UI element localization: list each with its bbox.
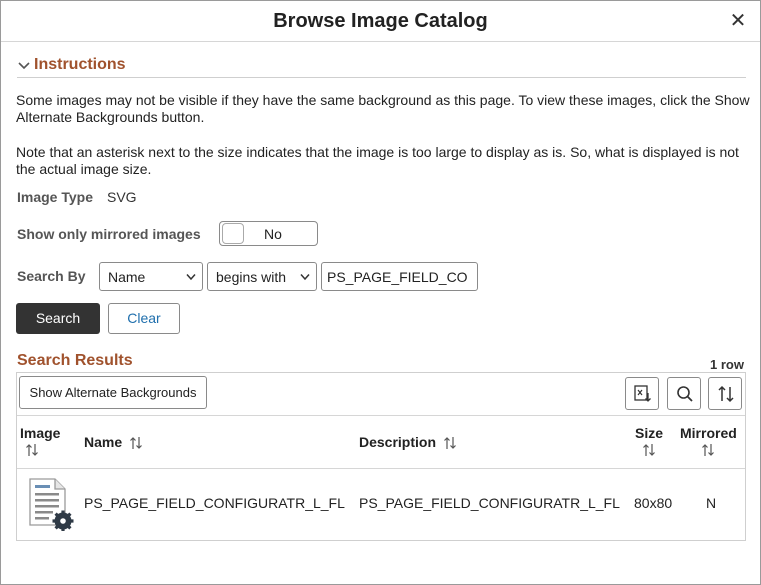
export-button[interactable] xyxy=(625,377,659,410)
toggle-text: No xyxy=(264,226,282,242)
column-header-mirrored-label: Mirrored xyxy=(680,425,737,441)
row-count: 1 row xyxy=(710,357,744,372)
column-header-row: Image Name Description Size Mirrored xyxy=(17,416,745,469)
row-size: 80x80 xyxy=(634,495,673,511)
search-button[interactable]: Search xyxy=(16,303,100,334)
row-name: PS_PAGE_FIELD_CONFIGURATR_L_FL xyxy=(84,495,345,511)
row-mirrored: N xyxy=(706,495,717,511)
chevron-down-icon xyxy=(186,274,196,281)
search-query-input[interactable]: PS_PAGE_FIELD_CO xyxy=(321,262,478,291)
chevron-down-icon xyxy=(18,62,30,70)
show-alternate-backgrounds-button[interactable]: Show Alternate Backgrounds xyxy=(19,376,207,409)
results-grid: Show Alternate Backgrounds Image Name De… xyxy=(16,372,746,541)
instructions-paragraph-2: Note that an asterisk next to the size i… xyxy=(16,144,739,177)
column-header-name-label: Name xyxy=(84,434,123,450)
column-header-size[interactable]: Size xyxy=(635,425,663,457)
row-description: PS_PAGE_FIELD_CONFIGURATR_L_FL xyxy=(359,495,620,511)
search-operator-select[interactable]: begins with xyxy=(207,262,317,291)
dialog-titlebar: Browse Image Catalog ✕ xyxy=(1,1,760,42)
search-field-select[interactable]: Name xyxy=(99,262,203,291)
search-by-label: Search By xyxy=(17,268,86,284)
instructions-label: Instructions xyxy=(34,56,126,73)
sort-icon xyxy=(718,385,734,403)
sort-icon xyxy=(443,437,456,450)
chevron-down-icon xyxy=(300,274,310,281)
export-icon xyxy=(634,385,651,402)
grid-sort-button[interactable] xyxy=(708,377,742,410)
sort-icon xyxy=(643,444,655,457)
search-results-header: Search Results xyxy=(17,352,133,369)
image-type-value: SVG xyxy=(107,189,137,205)
sort-icon xyxy=(130,437,142,450)
column-header-name[interactable]: Name xyxy=(84,434,143,450)
sort-icon xyxy=(702,444,715,457)
grid-toolbar: Show Alternate Backgrounds xyxy=(17,373,745,416)
column-header-image-label: Image xyxy=(20,425,61,441)
dialog-title: Browse Image Catalog xyxy=(273,10,488,32)
column-header-image[interactable]: Image xyxy=(20,425,60,457)
grid-search-button[interactable] xyxy=(667,377,701,410)
mirrored-toggle[interactable]: No xyxy=(219,221,318,246)
column-header-size-label: Size xyxy=(635,425,664,441)
clear-button[interactable]: Clear xyxy=(108,303,180,334)
toggle-knob xyxy=(222,223,244,244)
page-settings-icon xyxy=(29,478,74,531)
column-header-description-label: Description xyxy=(359,434,437,450)
close-icon[interactable]: ✕ xyxy=(728,11,748,31)
column-header-mirrored[interactable]: Mirrored xyxy=(680,425,737,457)
sort-icon xyxy=(26,444,38,457)
column-header-description[interactable]: Description xyxy=(359,434,457,450)
image-type-label: Image Type xyxy=(17,189,93,205)
instructions-paragraph-1: Some images may not be visible if they h… xyxy=(16,92,750,125)
browse-image-catalog-dialog: Browse Image Catalog ✕ Instructions Some… xyxy=(0,0,761,585)
search-field-value: Name xyxy=(108,269,146,285)
search-operator-value: begins with xyxy=(216,269,287,285)
search-icon xyxy=(677,386,693,402)
instructions-section-header[interactable]: Instructions xyxy=(17,56,746,78)
mirrored-filter-label: Show only mirrored images xyxy=(17,226,201,242)
